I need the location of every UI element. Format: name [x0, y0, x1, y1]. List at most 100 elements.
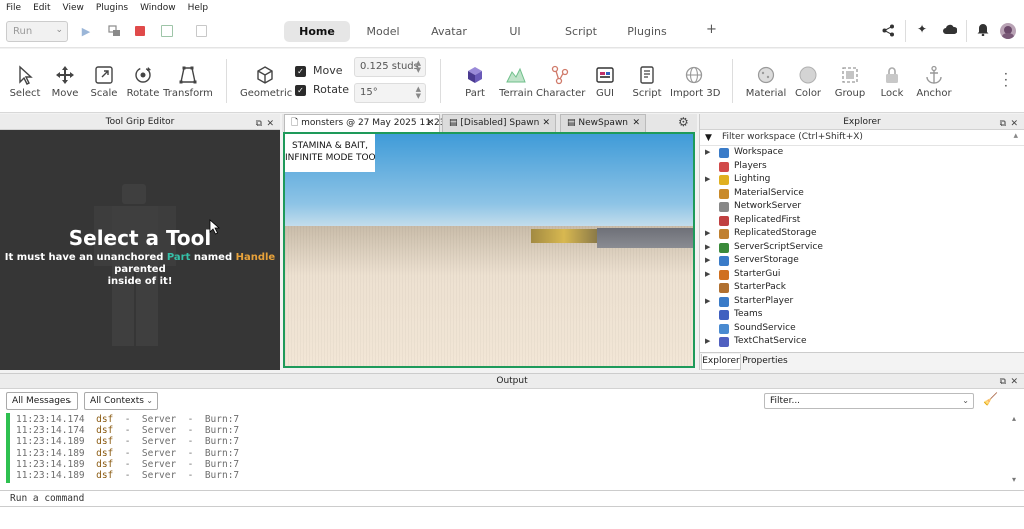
tab-plugins[interactable]: Plugins [614, 21, 680, 42]
scroll-up-icon[interactable]: ▴ [1013, 131, 1018, 141]
script-button[interactable]: Script [630, 49, 664, 113]
close-icon[interactable]: ✕ [632, 115, 640, 131]
doc-tab-place[interactable]: 🗋 monsters @ 27 May 2025 11:23 ✕ [284, 114, 445, 132]
terrain-button[interactable]: Terrain [497, 49, 535, 113]
menu-edit[interactable]: Edit [33, 3, 50, 13]
group-button[interactable]: Group [832, 49, 868, 113]
transform-tool-button[interactable]: Transform [163, 49, 213, 113]
explorer-item-replicatedfirst[interactable]: ReplicatedFirst [700, 214, 1024, 228]
explorer-item-workspace[interactable]: ▶ Workspace [700, 146, 1024, 160]
stop-icon[interactable] [135, 26, 145, 36]
explorer-item-serverstorage[interactable]: ▶ ServerStorage [700, 254, 1024, 268]
explorer-item-players[interactable]: Players [700, 160, 1024, 174]
cloud-icon[interactable] [943, 24, 958, 38]
doc-tab-newspawn[interactable]: ▤ NewSpawn ✕ [560, 114, 646, 132]
move-tool-button[interactable]: Move [46, 49, 84, 113]
menu-file[interactable]: File [6, 3, 21, 13]
close-icon[interactable]: ✕ [1010, 116, 1018, 132]
explorer-item-networkserver[interactable]: NetworkServer [700, 200, 1024, 214]
workspace-icon [719, 148, 729, 158]
expand-arrow-icon[interactable]: ▶ [705, 146, 710, 160]
gear-icon[interactable]: ⚙ [678, 115, 689, 129]
bell-icon[interactable] [977, 23, 989, 39]
tab-properties[interactable]: Properties [742, 354, 788, 370]
tab-avatar[interactable]: Avatar [416, 21, 482, 42]
part-button[interactable]: Part [457, 49, 493, 113]
expand-arrow-icon[interactable]: ▶ [705, 254, 710, 268]
explorer-item-startergui[interactable]: ▶ StarterGui [700, 268, 1024, 282]
menu-window[interactable]: Window [140, 3, 176, 13]
tab-model[interactable]: Model [350, 21, 416, 42]
log-line: 11:23:14.189 dsf - Server - Burn:7 [16, 436, 240, 448]
expand-arrow-icon[interactable]: ▶ [705, 241, 710, 255]
expand-arrow-icon[interactable]: ▶ [705, 295, 710, 309]
tab-home[interactable]: Home [284, 21, 350, 42]
run-mode-dropdown[interactable]: Run ⌄ [6, 21, 68, 42]
rotate-increment-input[interactable]: 15° ▲ ▼ [354, 83, 426, 103]
explorer-item-starterplayer[interactable]: ▶ StarterPlayer [700, 295, 1024, 309]
scroll-up-icon[interactable]: ▴ [1012, 414, 1016, 423]
doc-tab-disabled-spawn[interactable]: ▤ [Disabled] Spawn ✕ [442, 114, 556, 132]
explorer-item-materialservice[interactable]: MaterialService [700, 187, 1024, 201]
tab-script[interactable]: Script [548, 21, 614, 42]
stepper-arrows-icon[interactable]: ▲ ▼ [416, 60, 421, 74]
explorer-item-textchatservice[interactable]: ▶ TextChatService [700, 335, 1024, 349]
close-icon[interactable]: ✕ [1010, 375, 1018, 390]
play-here-icon[interactable] [108, 25, 121, 37]
lock-button[interactable]: Lock [876, 49, 908, 113]
more-options-icon[interactable]: · · · [1004, 68, 1008, 92]
menu-view[interactable]: View [63, 3, 84, 13]
import-3d-button[interactable]: Import 3D [670, 49, 720, 113]
tab-explorer[interactable]: Explorer [701, 354, 741, 370]
expand-arrow-icon[interactable]: ▶ [705, 173, 710, 187]
character-button[interactable]: Character [536, 49, 585, 113]
color-button[interactable]: Color [790, 49, 826, 113]
share-icon[interactable] [882, 24, 895, 40]
client-server-icon[interactable] [161, 25, 173, 37]
expand-arrow-icon[interactable]: ▶ [705, 335, 710, 349]
log-context: Server [141, 470, 177, 481]
3d-viewport[interactable]: STAMINA & BAIT, INFINITE MODE TOO [283, 132, 695, 368]
explorer-item-starterpack[interactable]: StarterPack [700, 281, 1024, 295]
assistant-sparkle-icon[interactable]: ✦ [917, 22, 927, 36]
add-tab-button[interactable]: + [706, 22, 717, 37]
expand-arrow-icon[interactable]: ▶ [705, 268, 710, 282]
expand-arrow-icon[interactable]: ▶ [705, 227, 710, 241]
scroll-down-icon[interactable]: ▾ [1012, 475, 1016, 484]
select-tool-button[interactable]: Select [6, 49, 44, 113]
explorer-item-teams[interactable]: Teams [700, 308, 1024, 322]
geometric-mode-button[interactable]: Geometric [240, 49, 292, 113]
stepper-arrows-icon[interactable]: ▲ ▼ [416, 86, 421, 100]
material-button[interactable]: Material [745, 49, 787, 113]
play-icon[interactable]: ▶ [79, 25, 93, 39]
explorer-item-soundservice[interactable]: SoundService [700, 322, 1024, 336]
undock-icon[interactable]: ⧉ [1000, 116, 1006, 132]
move-increment-input[interactable]: 0.125 studs ▲ ▼ [354, 57, 426, 77]
explorer-item-serverscriptservice[interactable]: ▶ ServerScriptService [700, 241, 1024, 255]
clear-broom-icon[interactable]: 🧹 [983, 392, 998, 406]
scale-tool-button[interactable]: Scale [85, 49, 123, 113]
undock-icon[interactable]: ⧉ [1000, 375, 1006, 390]
explorer-filter[interactable]: ▼ Filter workspace (Ctrl+Shift+X) ▴ [700, 131, 1024, 146]
close-icon[interactable]: ✕ [426, 115, 434, 131]
avatar[interactable] [1000, 23, 1016, 39]
gui-button[interactable]: GUI [590, 49, 620, 113]
device-emulator-icon[interactable] [196, 25, 207, 37]
move-snap-checkbox[interactable]: ✓ [295, 66, 306, 77]
lock-label: Lock [880, 88, 904, 99]
rotate-snap-label: Rotate [313, 83, 350, 96]
contexts-filter-dropdown[interactable]: All Contexts ⌄ [84, 392, 158, 410]
rotate-snap-checkbox[interactable]: ✓ [295, 85, 306, 96]
messages-filter-dropdown[interactable]: All Messages ⌄ [6, 392, 78, 410]
explorer-item-lighting[interactable]: ▶ Lighting [700, 173, 1024, 187]
command-bar[interactable]: Run a command [0, 490, 1024, 507]
close-icon[interactable]: ✕ [542, 115, 550, 131]
rotate-tool-button[interactable]: Rotate [124, 49, 162, 113]
anchor-button[interactable]: Anchor [914, 49, 954, 113]
output-filter-input[interactable]: Filter... ⌄ [764, 393, 974, 409]
tab-ui[interactable]: UI [482, 21, 548, 42]
networkserver-icon [719, 202, 729, 212]
menu-plugins[interactable]: Plugins [96, 3, 128, 13]
menu-help[interactable]: Help [188, 3, 209, 13]
explorer-item-replicatedstorage[interactable]: ▶ ReplicatedStorage [700, 227, 1024, 241]
